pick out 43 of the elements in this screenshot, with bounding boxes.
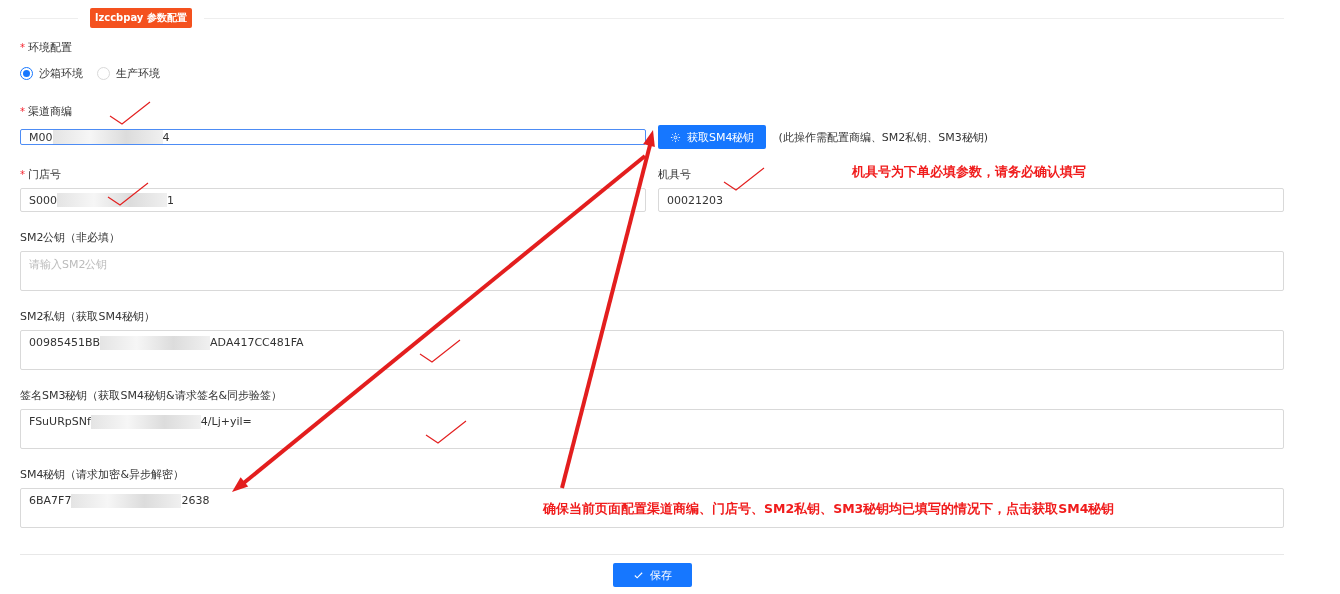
required-mark: * (20, 105, 25, 117)
field-value: M00 (29, 130, 53, 144)
input-field[interactable]: S000 1 (20, 188, 646, 212)
check-icon (632, 569, 644, 581)
field-label: 机具号 (658, 166, 691, 182)
field-value: S000 (29, 193, 57, 207)
section-badge: lzccbpay 参数配置 (90, 8, 192, 28)
field-label: 环境配置 (28, 39, 72, 55)
field-label: SM2私钥（获取SM4秘钥） (20, 308, 155, 324)
hint-text: (此操作需配置商编、SM2私钥、SM3秘钥) (778, 129, 988, 145)
field-value: 4/Lj+yil= (200, 415, 252, 428)
field-value: 2638 (181, 494, 210, 507)
field-value: FSuURpSNf (29, 415, 91, 428)
field-label: 门店号 (28, 166, 61, 182)
placeholder-text: 请输入SM2公钥 (29, 257, 108, 272)
field-value: 1 (167, 193, 174, 207)
input-field[interactable]: 00021203 (658, 188, 1284, 212)
field-label: SM2公钥（非必填） (20, 229, 121, 245)
fetch-key-button[interactable]: 获取SM4秘钥 (658, 125, 767, 149)
required-mark: * (20, 41, 25, 53)
text-area[interactable]: 00985451BB ADA417CC481FA (20, 330, 1284, 370)
checkmark-drawing (109, 101, 151, 125)
required-mark: * (20, 168, 25, 180)
text-area[interactable]: FSuURpSNf 4/Lj+yil= (20, 409, 1284, 449)
field-value: 00985451BB (29, 336, 101, 349)
radio-option[interactable]: 生产环境 (97, 65, 160, 81)
field-value: 6BA7F7 (29, 494, 72, 507)
checkmark-drawing (107, 182, 149, 206)
field-value: 4 (162, 130, 170, 144)
annotation-note: 确保当前页面配置渠道商编、门店号、SM2私钥、SM3秘钥均已填写的情况下，点击获取SM4秘钥 (543, 501, 1115, 518)
checkmark-drawing (425, 420, 467, 444)
checkmark-drawing (723, 167, 765, 191)
input-field[interactable]: M00 4 (20, 129, 646, 145)
save-button[interactable]: 保存 (612, 563, 692, 587)
radio-option[interactable]: 沙箱环境 (20, 65, 83, 81)
field-value: ADA417CC481FA (210, 336, 304, 349)
checkmark-drawing (419, 339, 461, 363)
annotation-note: 机具号为下单必填参数，请务必确认填写 (852, 164, 1086, 181)
field-value: 00021203 (667, 193, 723, 207)
field-label: 签名SM3秘钥（获取SM4秘钥&请求签名&同步验签） (20, 387, 283, 403)
field-label: 渠道商编 (28, 103, 72, 119)
settings-icon (670, 131, 681, 143)
field-label: SM4秘钥（请求加密&异步解密） (20, 466, 185, 482)
